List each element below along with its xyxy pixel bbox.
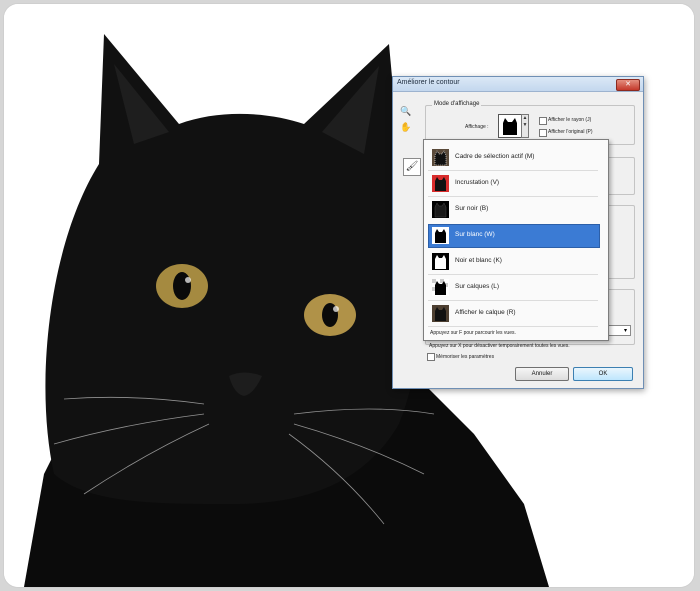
menu-divider <box>428 196 598 197</box>
on-white-thumb-icon <box>432 227 449 244</box>
title-bar: Améliorer le contour ✕ <box>393 77 643 92</box>
menu-divider <box>428 170 598 171</box>
remember-settings-checkbox[interactable] <box>427 353 435 361</box>
zoom-tool-icon[interactable]: 🔍 <box>400 105 412 117</box>
menu-divider <box>428 326 598 327</box>
view-label: Affichage : <box>465 124 489 130</box>
red-overlay-thumb-icon <box>432 175 449 192</box>
view-dropdown-menu: Cadre de sélection actif (M) Incrustatio… <box>423 139 609 341</box>
cancel-button[interactable]: Annuler <box>515 367 569 381</box>
view-option-label: Incrustation (V) <box>455 179 500 186</box>
hint-disable-text: Appuyez sur X pour désactiver temporaire… <box>429 343 570 349</box>
view-mode-title: Mode d'affichage <box>432 101 482 107</box>
menu-divider <box>428 274 598 275</box>
view-option-label: Noir et blanc (K) <box>455 257 502 264</box>
view-option-label: Sur blanc (W) <box>455 231 495 238</box>
view-option-label: Afficher le calque (R) <box>455 309 516 316</box>
on-black-thumb-icon <box>432 201 449 218</box>
screenshot-frame: Améliorer le contour ✕ 🔍 ✋ 🖌 Mode d'affi… <box>4 4 694 587</box>
ok-button[interactable]: OK <box>573 367 633 381</box>
view-option-label: Cadre de sélection actif (M) <box>455 153 535 160</box>
view-option-marching-ants[interactable]: Cadre de sélection actif (M) <box>428 146 600 170</box>
hand-tool-icon[interactable]: ✋ <box>400 121 412 133</box>
refine-radius-brush-icon[interactable]: 🖌 <box>403 158 421 176</box>
show-radius-checkbox[interactable] <box>539 117 547 125</box>
refine-edge-dialog: Améliorer le contour ✕ 🔍 ✋ 🖌 Mode d'affi… <box>392 76 644 389</box>
show-original-checkbox[interactable] <box>539 129 547 137</box>
dialog-title: Améliorer le contour <box>397 79 460 86</box>
view-option-black-white[interactable]: Noir et blanc (K) <box>428 250 600 274</box>
view-option-label: Sur noir (B) <box>455 205 489 212</box>
on-layers-thumb-icon <box>432 279 449 296</box>
view-thumbnail[interactable] <box>498 114 522 138</box>
view-option-reveal-layer[interactable]: Afficher le calque (R) <box>428 302 600 326</box>
show-radius-label: Afficher le rayon (J) <box>548 117 592 123</box>
view-option-label: Sur calques (L) <box>455 283 500 290</box>
view-dropdown-arrow-icon[interactable]: ▲ ▼ <box>521 114 529 138</box>
remember-settings-label: Mémoriser les paramètres <box>436 354 495 360</box>
view-option-on-layers[interactable]: Sur calques (L) <box>428 276 600 300</box>
menu-divider <box>428 300 598 301</box>
show-original-label: Afficher l'original (P) <box>548 129 593 135</box>
close-button[interactable]: ✕ <box>616 79 640 91</box>
marching-ants-thumb-icon <box>432 149 449 166</box>
view-option-overlay[interactable]: Incrustation (V) <box>428 172 600 196</box>
reveal-layer-thumb-icon <box>432 305 449 322</box>
view-option-on-black[interactable]: Sur noir (B) <box>428 198 600 222</box>
view-option-on-white[interactable]: Sur blanc (W) <box>428 224 600 248</box>
cat-thumbnail-icon <box>499 115 521 137</box>
black-white-thumb-icon <box>432 253 449 270</box>
hint-cycle-text: Appuyez sur F pour parcourir les vues. <box>430 330 516 336</box>
